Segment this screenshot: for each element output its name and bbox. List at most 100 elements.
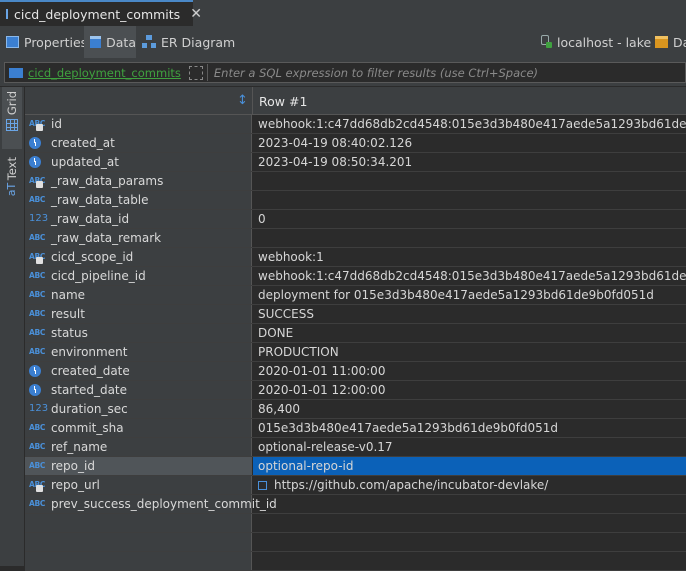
column-name-cell[interactable]: created_at: [25, 134, 252, 152]
table-row[interactable]: ABC name deployment for 015e3d3b480e417aed…: [25, 286, 686, 305]
table-row[interactable]: ABC result SUCCESS: [25, 305, 686, 324]
table-row[interactable]: ABC repo_url https://github.com/apache/inc…: [25, 476, 686, 495]
column-name-cell[interactable]: ABC cicd_scope_id: [25, 248, 252, 266]
record-grid: ↕ Row #1 ABC id webhook:1:c47dd68db2cd4548…: [25, 87, 686, 571]
filter-table-link[interactable]: cicd_deployment_commits: [28, 66, 181, 80]
grid-header: ↕ Row #1: [25, 87, 686, 115]
table-row[interactable]: ABC _raw_data_table: [25, 191, 686, 210]
column-name: _raw_data_table: [51, 193, 149, 207]
string-type-icon: ABC: [29, 233, 46, 242]
column-name-cell[interactable]: ABC id: [25, 115, 252, 133]
tab-grid[interactable]: Grid: [2, 87, 22, 149]
value-cell[interactable]: 2020-01-01 12:00:00: [253, 381, 686, 399]
value-cell[interactable]: 0: [253, 210, 686, 228]
tab-properties-label: Properties: [24, 34, 88, 50]
editor-tab[interactable]: cicd_deployment_commits ✕: [0, 0, 202, 26]
table-row[interactable]: created_date 2020-01-01 11:00:00: [25, 362, 686, 381]
cell-value: 2023-04-19 08:40:02.126: [258, 136, 413, 150]
value-cell[interactable]: 2020-01-01 11:00:00: [253, 362, 686, 380]
table-row[interactable]: 123 duration_sec 86,400: [25, 400, 686, 419]
filter-input-box[interactable]: cicd_deployment_commits Enter a SQL expr…: [4, 62, 686, 83]
column-name-cell[interactable]: ABC ref_name: [25, 438, 252, 456]
table-row[interactable]: ABC environment PRODUCTION: [25, 343, 686, 362]
tab-er-diagram[interactable]: ER Diagram: [142, 26, 235, 58]
key-icon: [36, 181, 43, 188]
string-type-icon: ABC: [29, 442, 46, 451]
value-cell[interactable]: 2023-04-19 08:50:34.201: [253, 153, 686, 171]
table-row[interactable]: ABC repo_id optional-repo-id: [25, 457, 686, 476]
column-name-cell[interactable]: ABC commit_sha: [25, 419, 252, 437]
table-row[interactable]: ABC commit_sha 015e3d3b480e417aede5a1293bd…: [25, 419, 686, 438]
value-cell[interactable]: 015e3d3b480e417aede5a1293bd61de9b0fd051d: [253, 419, 686, 437]
column-name-cell[interactable]: started_date: [25, 381, 252, 399]
column-name-cell[interactable]: ABC cicd_pipeline_id: [25, 267, 252, 285]
row-header[interactable]: Row #1: [259, 94, 307, 109]
empty-row: [25, 533, 686, 552]
table-row[interactable]: ABC status DONE: [25, 324, 686, 343]
grid-corner: [25, 87, 253, 114]
table-row[interactable]: ABC _raw_data_params: [25, 172, 686, 191]
datetime-type-icon: [29, 384, 41, 396]
cell-value: 2023-04-19 08:50:34.201: [258, 155, 413, 169]
external-link-icon[interactable]: [258, 480, 267, 490]
value-cell[interactable]: [253, 495, 686, 513]
value-cell[interactable]: webhook:1: [253, 248, 686, 266]
column-name-cell[interactable]: ABC name: [25, 286, 252, 304]
column-name: cicd_pipeline_id: [51, 269, 146, 283]
table-row[interactable]: created_at 2023-04-19 08:40:02.126: [25, 134, 686, 153]
column-name-cell[interactable]: ABC repo_url: [25, 476, 252, 494]
value-cell[interactable]: [253, 191, 686, 209]
column-name-cell[interactable]: ABC environment: [25, 343, 252, 361]
tab-data[interactable]: Data: [84, 26, 136, 58]
column-name-cell[interactable]: ABC _raw_data_params: [25, 172, 252, 190]
column-name-cell[interactable]: 123 duration_sec: [25, 400, 252, 418]
table-row[interactable]: ABC id webhook:1:c47dd68db2cd4548:015e3d3b…: [25, 115, 686, 134]
value-cell[interactable]: SUCCESS: [253, 305, 686, 323]
value-cell[interactable]: [253, 172, 686, 190]
table-row[interactable]: 123 _raw_data_id 0: [25, 210, 686, 229]
column-name-cell[interactable]: 123 _raw_data_id: [25, 210, 252, 228]
column-name-cell[interactable]: ABC _raw_data_remark: [25, 229, 252, 247]
tab-properties[interactable]: Properties: [6, 26, 87, 58]
value-cell[interactable]: https://github.com/apache/incubator-devl…: [253, 476, 686, 494]
close-icon[interactable]: ✕: [190, 6, 202, 22]
column-name-cell[interactable]: ABC status: [25, 324, 252, 342]
value-cell[interactable]: 2023-04-19 08:40:02.126: [253, 134, 686, 152]
empty-cell: [25, 533, 252, 551]
column-name-cell[interactable]: ABC repo_id: [25, 457, 252, 475]
value-cell[interactable]: PRODUCTION: [253, 343, 686, 361]
cell-value: webhook:1: [258, 250, 324, 264]
value-cell[interactable]: DONE: [253, 324, 686, 342]
value-cell[interactable]: optional-repo-id: [253, 457, 686, 475]
value-cell[interactable]: webhook:1:c47dd68db2cd4548:015e3d3b480e4…: [253, 115, 686, 133]
datetime-type-icon: [29, 137, 41, 149]
column-name-cell[interactable]: created_date: [25, 362, 252, 380]
column-name-cell[interactable]: updated_at: [25, 153, 252, 171]
tab-er-diagram-label: ER Diagram: [161, 34, 236, 50]
database-selector[interactable]: Da: [655, 26, 686, 58]
column-name-cell[interactable]: ABC _raw_data_table: [25, 191, 252, 209]
connection-selector[interactable]: localhost - lake: [540, 26, 651, 58]
table-row[interactable]: started_date 2020-01-01 12:00:00: [25, 381, 686, 400]
cell-value: 0: [258, 212, 266, 226]
table-row[interactable]: ABC _raw_data_remark: [25, 229, 686, 248]
column-name-cell[interactable]: ABC result: [25, 305, 252, 323]
value-cell[interactable]: [253, 229, 686, 247]
key-icon: [36, 257, 43, 264]
column-name: name: [51, 288, 86, 302]
value-cell[interactable]: deployment for 015e3d3b480e417aede5a1293…: [253, 286, 686, 304]
table-row[interactable]: updated_at 2023-04-19 08:50:34.201: [25, 153, 686, 172]
table-row[interactable]: ABC cicd_pipeline_id webhook:1:c47dd68db2c…: [25, 267, 686, 286]
tab-text[interactable]: Text aT: [2, 155, 22, 205]
expand-icon[interactable]: [188, 65, 203, 80]
sort-icon[interactable]: ↕: [237, 93, 248, 108]
table-row[interactable]: ABC ref_name optional-release-v0.17: [25, 438, 686, 457]
value-cell[interactable]: 86,400: [253, 400, 686, 418]
value-cell[interactable]: optional-release-v0.17: [253, 438, 686, 456]
table-row[interactable]: ABC prev_success_deployment_commit_id: [25, 495, 686, 514]
column-name: _raw_data_remark: [51, 231, 162, 245]
value-cell[interactable]: webhook:1:c47dd68db2cd4548:015e3d3b480e4…: [253, 267, 686, 285]
table-row[interactable]: ABC cicd_scope_id webhook:1: [25, 248, 686, 267]
number-type-icon: 123: [29, 213, 49, 224]
column-name-cell[interactable]: ABC prev_success_deployment_commit_id: [25, 495, 277, 513]
